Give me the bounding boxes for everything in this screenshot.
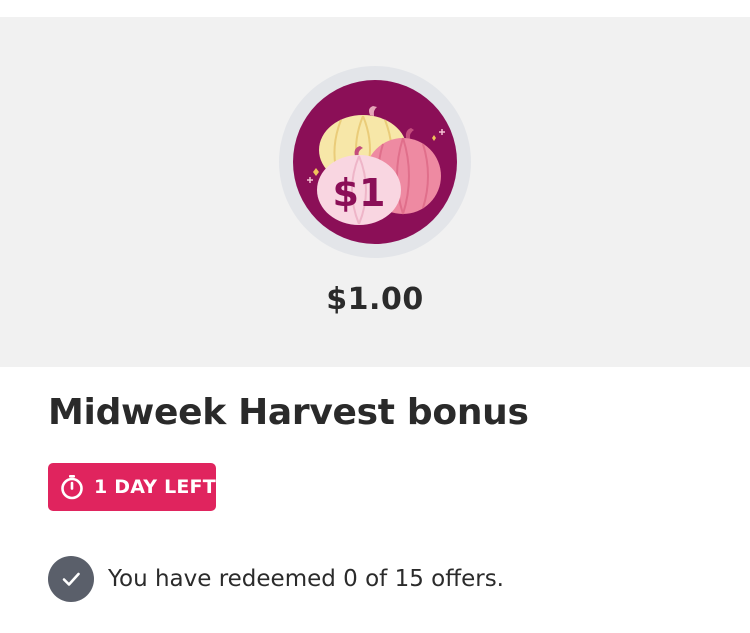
time-left-badge: 1 DAY LEFT <box>48 463 216 511</box>
offer-amount: $1.00 <box>326 282 424 317</box>
checkmark-icon <box>48 556 94 602</box>
time-left-label: 1 DAY LEFT <box>94 476 216 498</box>
badge-label: $1 <box>333 171 386 215</box>
offer-hero: $1 $1.00 <box>0 17 750 367</box>
offer-badge: $1 <box>279 66 471 258</box>
stopwatch-icon <box>61 475 83 500</box>
page-title: Midweek Harvest bonus <box>48 392 529 433</box>
redeem-status-text: You have redeemed 0 of 15 offers. <box>108 566 504 592</box>
redeem-status: You have redeemed 0 of 15 offers. <box>48 556 504 602</box>
pumpkin-badge-icon: $1 <box>293 80 457 244</box>
